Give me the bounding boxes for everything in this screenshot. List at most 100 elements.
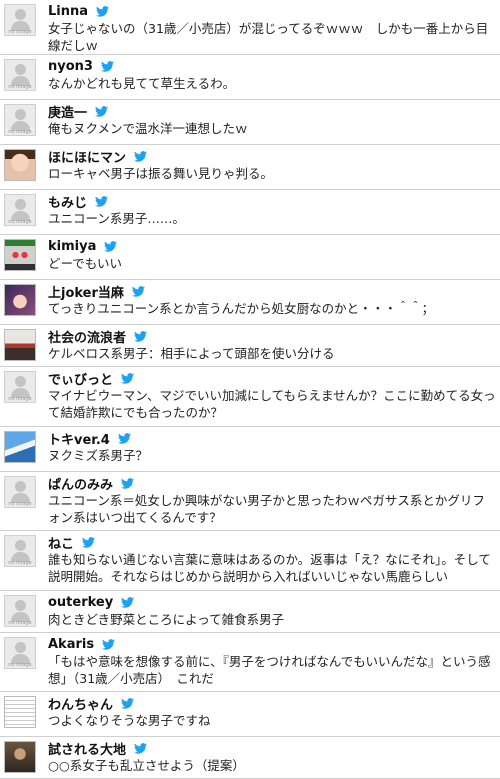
user-name[interactable]: ほにほにマン [48,147,126,166]
comment-body: もみじ ユニコーン系男子……。 [48,192,496,230]
comment-header: outerkey [48,593,496,611]
comment-text: ヌクミズ系男子？ [48,448,149,463]
comment-header: ほにほにマン [48,147,496,166]
avatar-placeholder-label: no image [8,662,32,668]
avatar[interactable] [4,696,36,728]
avatar-placeholder-label: no image [8,560,32,566]
avatar-placeholder-label: no image [8,396,32,402]
comment-header: 上joker当麻 [48,282,496,301]
comment-body: 試される大地 ○○系女子も乱立させよう（提案） [48,739,496,774]
twitter-bird-icon[interactable] [134,150,148,162]
twitter-bird-icon[interactable] [121,697,135,709]
avatar-placeholder-label: no image [8,129,32,135]
comment-text: 俺もヌクメンで温水洋一連想したｗ [48,121,248,136]
avatar[interactable]: no image [4,4,36,36]
user-name[interactable]: 試される大地 [48,739,126,758]
user-name[interactable]: nyon3 [48,59,93,74]
twitter-bird-icon[interactable] [131,285,145,297]
user-name[interactable]: Akaris [48,637,94,652]
avatar[interactable]: no image [4,476,36,508]
avatar[interactable]: no image [4,535,36,567]
comment-header: トキver.4 [48,429,496,448]
twitter-bird-icon[interactable] [82,536,96,548]
user-name[interactable]: 庚造一 [48,102,87,121]
comment-body: outerkey 肉ときどき野菜ところによって雑食系男子 [48,593,496,628]
comment-text: なんかどれも見てて草生えるわ。 [48,76,236,91]
comment-item: no image ぱんのみみ ユニコーン系＝処女しか興味がない男子かと思ったわｗペガ… [0,472,500,531]
comment-body: ねこ 誰も知らない通じない言葉に意味はあるのか。返事は「え？なにそれ」。そして説明… [48,533,496,586]
comment-text: ○○系女子も乱立させよう（提案） [48,758,245,773]
twitter-bird-icon[interactable] [96,5,110,17]
avatar[interactable] [4,149,36,181]
user-name[interactable]: ぱんのみみ [48,474,113,493]
avatar[interactable]: no image [4,59,36,91]
twitter-bird-icon[interactable] [121,596,135,608]
twitter-bird-icon[interactable] [117,432,131,444]
avatar[interactable] [4,239,36,271]
comment-body: 庚造一 俺もヌクメンで温水洋一連想したｗ [48,102,496,140]
comment-body: Akaris 「もはや意味を想像する前に、『男子をつければなんでもいいんだな』とい… [48,635,496,687]
comment-item: no image Linna 女子じゃないの（31歳／小売店）が混じってるぞｗｗｗ … [0,0,500,55]
comment-header: nyon3 [48,57,496,75]
twitter-bird-icon[interactable] [121,372,135,384]
user-name[interactable]: もみじ [48,192,87,211]
avatar[interactable]: no image [4,637,36,669]
twitter-bird-icon[interactable] [95,105,109,117]
user-name[interactable]: トキver.4 [48,429,110,448]
comment-header: ぱんのみみ [48,474,496,493]
avatar[interactable]: no image [4,595,36,627]
twitter-bird-icon[interactable] [100,60,114,72]
twitter-bird-icon[interactable] [121,477,135,489]
comment-body: わんちゃん つよくなりそうな男子ですね [48,694,496,732]
avatar[interactable]: no image [4,194,36,226]
comment-text: ユニコーン系男子……。 [48,211,185,226]
comment-item: no image でぃびっと マイナビウーマン、マジでいい加減にしてもらえませんか？… [0,367,500,427]
twitter-bird-icon[interactable] [102,638,116,650]
user-name[interactable]: ねこ [48,533,74,552]
avatar[interactable] [4,431,36,463]
comment-body: 社会の流浪者 ケルベロス系男子：相手によって頭部を使い分ける [48,327,496,362]
avatar[interactable] [4,284,36,316]
comment-header: わんちゃん [48,694,496,713]
user-name[interactable]: 上joker当麻 [48,282,124,301]
comment-item: ほにほにマン ローキャベ男子は振る舞い見りゃ判る。 [0,145,500,190]
user-name[interactable]: Linna [48,4,88,19]
twitter-bird-icon[interactable] [104,240,118,252]
comment-item: トキver.4 ヌクミズ系男子？ [0,427,500,472]
user-name[interactable]: outerkey [48,595,113,610]
comment-feed: no image Linna 女子じゃないの（31歳／小売店）が混じってるぞｗｗｗ … [0,0,500,779]
comment-text: 誰も知らない通じない言葉に意味はあるのか。返事は「え？なにそれ」。そして説明開始… [48,552,491,584]
comment-body: ほにほにマン ローキャベ男子は振る舞い見りゃ判る。 [48,147,496,185]
comment-item: no image もみじ ユニコーン系男子……。 [0,190,500,235]
comment-body: nyon3 なんかどれも見てて草生えるわ。 [48,57,496,95]
comment-header: ねこ [48,533,496,552]
user-name[interactable]: でぃびっと [48,369,113,388]
user-name[interactable]: kimiya [48,239,96,254]
comment-header: でぃびっと [48,369,496,388]
comment-text: 女子じゃないの（31歳／小売店）が混じってるぞｗｗｗ しかも一番上から目線だしｗ [48,21,489,53]
comment-item: no image outerkey 肉ときどき野菜ところによって雑食系男子 [0,591,500,633]
avatar[interactable] [4,741,36,773]
comment-text: つよくなりそうな男子ですね [48,713,211,728]
comment-body: でぃびっと マイナビウーマン、マジでいい加減にしてもらえませんか？ここに勤めてる女… [48,369,496,422]
comment-header: Akaris [48,635,496,653]
comment-item: no image ねこ 誰も知らない通じない言葉に意味はあるのか。返事は「え？なにそ… [0,531,500,591]
avatar[interactable]: no image [4,371,36,403]
comment-text: ユニコーン系＝処女しか興味がない男子かと思ったわｗペガサス系とかグリフォン系はい… [48,493,485,525]
avatar-placeholder-label: no image [8,501,32,507]
twitter-bird-icon[interactable] [134,330,148,342]
avatar-placeholder-label: no image [8,219,32,225]
user-name[interactable]: わんちゃん [48,694,113,713]
comment-header: 社会の流浪者 [48,327,496,346]
comment-body: 上joker当麻 てっきりユニコーン系とか言うんだから処女厨なのかと・・・＾＾； [48,282,496,320]
twitter-bird-icon[interactable] [95,195,109,207]
comment-body: Linna 女子じゃないの（31歳／小売店）が混じってるぞｗｗｗ しかも一番上から… [48,2,496,54]
comment-item: no image nyon3 なんかどれも見てて草生えるわ。 [0,55,500,100]
avatar[interactable] [4,329,36,361]
comment-text: どーでもいい [48,256,123,271]
user-name[interactable]: 社会の流浪者 [48,327,126,346]
avatar[interactable]: no image [4,104,36,136]
comment-item: わんちゃん つよくなりそうな男子ですね [0,692,500,737]
twitter-bird-icon[interactable] [134,742,148,754]
comment-item: 上joker当麻 てっきりユニコーン系とか言うんだから処女厨なのかと・・・＾＾； [0,280,500,325]
